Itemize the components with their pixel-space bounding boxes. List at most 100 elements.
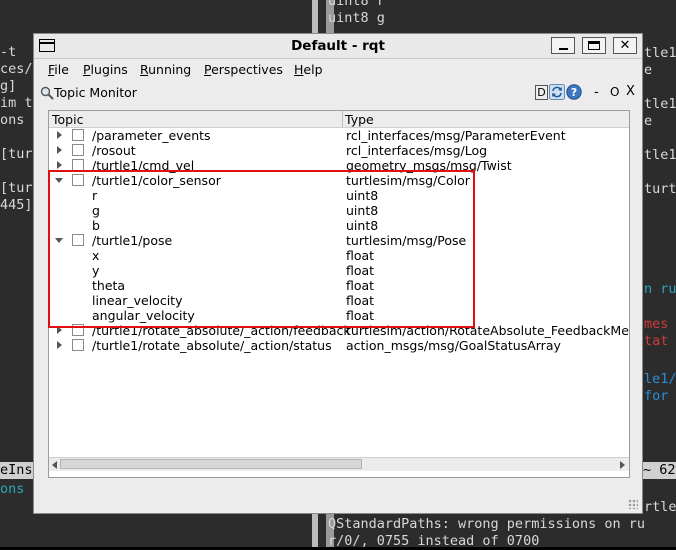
type-name: float bbox=[346, 308, 375, 323]
field-row[interactable]: angular_velocity float bbox=[49, 308, 629, 323]
topic-row[interactable]: /turtle1/pose turtlesim/msg/Pose bbox=[49, 233, 629, 248]
maximize-button[interactable] bbox=[582, 37, 606, 54]
terminal-line: g] bbox=[0, 78, 17, 94]
field-row[interactable]: r uint8 bbox=[49, 188, 629, 203]
field-name: g bbox=[92, 203, 100, 218]
topic-row[interactable]: /rosout rcl_interfaces/msg/Log bbox=[49, 143, 629, 158]
topic-row[interactable]: /turtle1/cmd_vel geometry_msgs/msg/Twist bbox=[49, 158, 629, 173]
terminal-line: im t bbox=[0, 95, 33, 111]
topic-checkbox[interactable] bbox=[72, 324, 84, 336]
terminal-line: e bbox=[644, 62, 653, 78]
type-name: uint8 bbox=[346, 218, 379, 233]
close-plugin-button[interactable]: X bbox=[626, 84, 635, 99]
expand-arrow-icon[interactable] bbox=[57, 326, 62, 334]
minimize-button[interactable] bbox=[551, 37, 575, 54]
topic-name: /turtle1/rotate_absolute/_action/status bbox=[92, 338, 332, 353]
rqt-window: Default - rqt ✕ File Plugins Running Perspe… bbox=[33, 33, 643, 514]
type-name: turtlesim/msg/Pose bbox=[346, 233, 467, 248]
type-name: rcl_interfaces/msg/ParameterEvent bbox=[346, 128, 566, 143]
topic-name: /turtle1/pose bbox=[92, 233, 173, 248]
minimize-icon bbox=[559, 48, 568, 50]
terminal-line: tat bbox=[644, 333, 669, 349]
menu-label-rest: erspectives bbox=[211, 62, 283, 77]
topic-name: /rosout bbox=[92, 143, 136, 158]
title-bar[interactable]: Default - rqt ✕ bbox=[34, 34, 642, 59]
topic-checkbox[interactable] bbox=[72, 159, 84, 171]
type-name: uint8 bbox=[346, 188, 379, 203]
topic-row[interactable]: /turtle1/rotate_absolute/_action/status a… bbox=[49, 338, 629, 353]
field-row[interactable]: b uint8 bbox=[49, 218, 629, 233]
terminal-line: n ru bbox=[644, 281, 676, 297]
field-row[interactable]: g uint8 bbox=[49, 203, 629, 218]
maximize-icon bbox=[588, 41, 600, 50]
field-name: angular_velocity bbox=[92, 308, 195, 323]
expand-arrow-icon[interactable] bbox=[57, 131, 62, 139]
menu-file[interactable]: File bbox=[48, 62, 69, 77]
terminal-line: r/0/, 0755 instead of 0700 bbox=[328, 533, 540, 549]
field-row[interactable]: theta float bbox=[49, 278, 629, 293]
type-name: turtlesim/action/RotateAbsolute_Feedback… bbox=[346, 323, 630, 338]
menu-label-rest: elp bbox=[303, 62, 323, 77]
plugin-header: Topic Monitor D ? - O X bbox=[34, 82, 642, 104]
expand-arrow-icon[interactable] bbox=[57, 146, 62, 154]
terminal-tab-label[interactable]: ~ 62 bbox=[643, 462, 676, 479]
column-header-topic[interactable]: Topic bbox=[52, 112, 83, 127]
topic-checkbox[interactable] bbox=[72, 234, 84, 246]
scrollbar-thumb[interactable] bbox=[60, 459, 362, 469]
expand-arrow-icon[interactable] bbox=[57, 161, 62, 169]
menu-running[interactable]: Running bbox=[140, 62, 191, 77]
field-name: x bbox=[92, 248, 100, 263]
menu-label-rest: ile bbox=[54, 62, 69, 77]
terminal-line: ces/ bbox=[0, 61, 33, 77]
column-separator[interactable] bbox=[342, 111, 343, 127]
scroll-left-icon[interactable] bbox=[52, 461, 57, 469]
collapse-arrow-icon[interactable] bbox=[55, 238, 63, 243]
collapse-arrow-icon[interactable] bbox=[55, 178, 63, 183]
topic-checkbox[interactable] bbox=[72, 144, 84, 156]
svg-text:?: ? bbox=[571, 86, 577, 99]
terminal-line: le1/r bbox=[644, 371, 676, 387]
horizontal-scrollbar[interactable] bbox=[49, 457, 629, 471]
menu-label-rest: lugins bbox=[90, 62, 128, 77]
terminal-tab-label[interactable]: eInso bbox=[0, 462, 41, 479]
magnifier-icon bbox=[40, 86, 54, 100]
terminal-line: 445] bbox=[0, 197, 33, 213]
minimize-plugin-button[interactable]: - bbox=[594, 85, 599, 100]
field-name: theta bbox=[92, 278, 126, 293]
close-button[interactable]: ✕ bbox=[613, 37, 637, 54]
scroll-right-icon[interactable] bbox=[620, 461, 625, 469]
field-row[interactable]: linear_velocity float bbox=[49, 293, 629, 308]
field-name: b bbox=[92, 218, 100, 233]
topic-row[interactable]: /turtle1/color_sensor turtlesim/msg/Color bbox=[49, 173, 629, 188]
terminal-line: uint8 g bbox=[328, 10, 385, 26]
menu-help[interactable]: Help bbox=[294, 62, 323, 77]
dock-button[interactable]: D bbox=[535, 85, 548, 100]
terminal-line: mes bbox=[644, 316, 669, 332]
topic-checkbox[interactable] bbox=[72, 174, 84, 186]
terminal-line: rtle bbox=[644, 499, 676, 515]
menu-mnemonic: R bbox=[140, 62, 149, 77]
type-name: turtlesim/msg/Color bbox=[346, 173, 470, 188]
menu-plugins[interactable]: Plugins bbox=[83, 62, 128, 77]
topic-checkbox[interactable] bbox=[72, 339, 84, 351]
expand-arrow-icon[interactable] bbox=[57, 341, 62, 349]
terminal-line: ons bbox=[0, 481, 25, 497]
type-name: float bbox=[346, 293, 375, 308]
topic-name: /turtle1/rotate_absolute/_action/feedbac… bbox=[92, 323, 351, 338]
topic-tree[interactable]: Topic Type /parameter_events rcl_interfac… bbox=[48, 110, 630, 478]
options-button[interactable]: O bbox=[610, 85, 619, 99]
reload-icon[interactable] bbox=[549, 84, 565, 100]
type-name: action_msgs/msg/GoalStatusArray bbox=[346, 338, 561, 353]
menu-perspectives[interactable]: Perspectives bbox=[204, 62, 283, 77]
column-header-type[interactable]: Type bbox=[345, 112, 374, 127]
topic-row[interactable]: /turtle1/rotate_absolute/_action/feedbac… bbox=[49, 323, 629, 338]
field-row[interactable]: x float bbox=[49, 248, 629, 263]
menu-label-rest: unning bbox=[148, 62, 192, 77]
help-icon[interactable]: ? bbox=[566, 84, 582, 100]
topic-row[interactable]: /parameter_events rcl_interfaces/msg/Para… bbox=[49, 128, 629, 143]
menu-mnemonic: H bbox=[294, 62, 304, 77]
resize-grip-icon[interactable] bbox=[628, 499, 638, 509]
terminal-line: -t bbox=[0, 44, 17, 60]
field-row[interactable]: y float bbox=[49, 263, 629, 278]
topic-checkbox[interactable] bbox=[72, 129, 84, 141]
